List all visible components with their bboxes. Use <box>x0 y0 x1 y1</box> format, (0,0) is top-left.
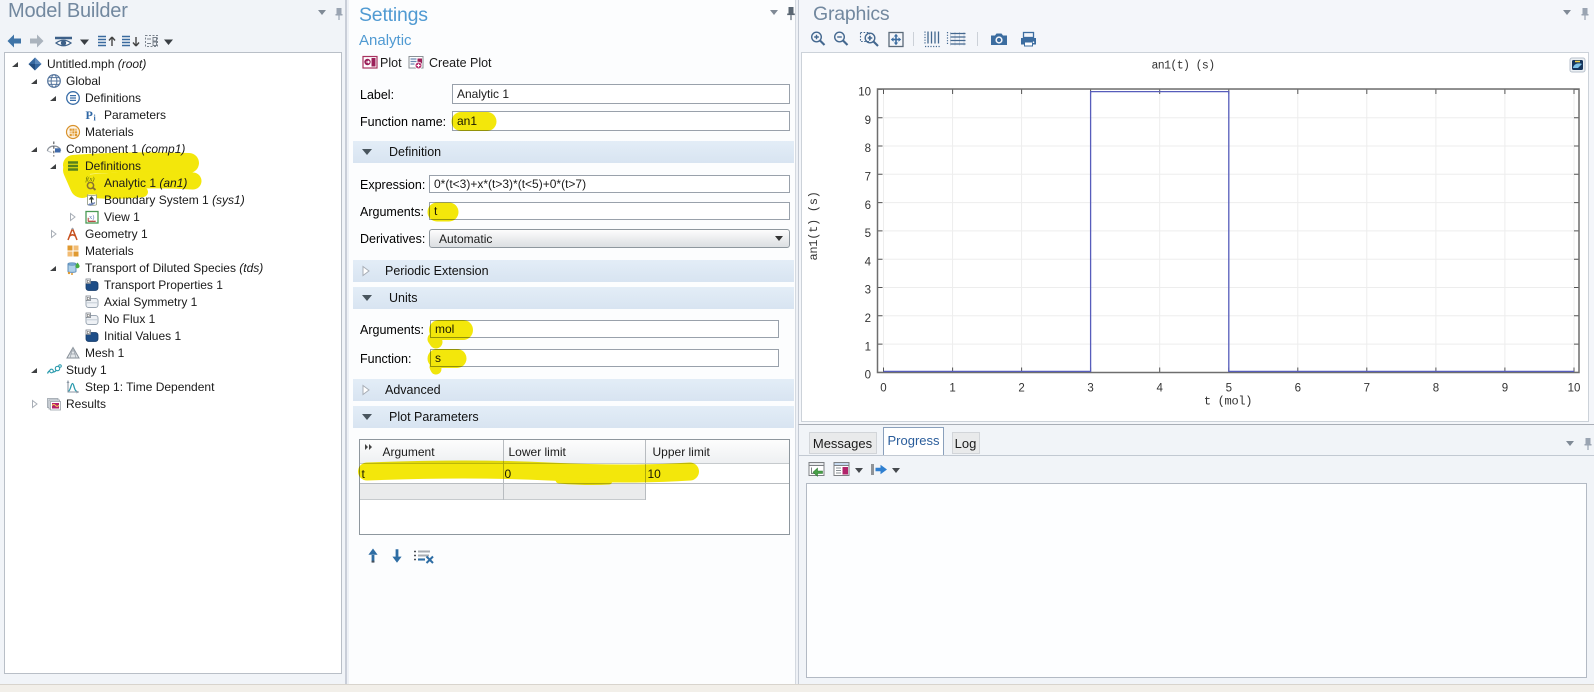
svg-text:4: 4 <box>865 256 872 268</box>
svg-text:5: 5 <box>1226 383 1232 395</box>
svg-text:an1(t) (s): an1(t) (s) <box>1151 60 1214 73</box>
svg-text:2: 2 <box>865 313 871 325</box>
svg-text:6: 6 <box>865 200 871 212</box>
svg-text:10: 10 <box>858 87 871 99</box>
svg-text:3: 3 <box>865 285 871 297</box>
svg-text:2: 2 <box>1018 383 1024 395</box>
svg-text:7: 7 <box>865 172 871 184</box>
svg-text:9: 9 <box>865 115 871 127</box>
svg-text:i: i <box>94 114 97 123</box>
svg-text:10: 10 <box>1568 383 1581 395</box>
svg-text:1: 1 <box>949 383 955 395</box>
svg-text:1: 1 <box>865 341 871 353</box>
svg-text:6: 6 <box>1295 383 1301 395</box>
svg-text:9: 9 <box>1502 383 1508 395</box>
svg-text:0: 0 <box>865 370 871 382</box>
svg-text:P: P <box>86 108 93 122</box>
svg-text:5: 5 <box>865 228 871 240</box>
svg-text:x): x) <box>89 214 94 221</box>
svg-text:8: 8 <box>865 143 871 155</box>
svg-text:4: 4 <box>1156 383 1163 395</box>
svg-text:an1(t) (s): an1(t) (s) <box>807 191 821 260</box>
svg-text:0: 0 <box>880 383 886 395</box>
svg-text:7: 7 <box>1364 383 1370 395</box>
svg-text:3: 3 <box>1087 383 1093 395</box>
svg-text:8: 8 <box>1433 383 1439 395</box>
svg-text:t (mol): t (mol) <box>1204 395 1252 409</box>
